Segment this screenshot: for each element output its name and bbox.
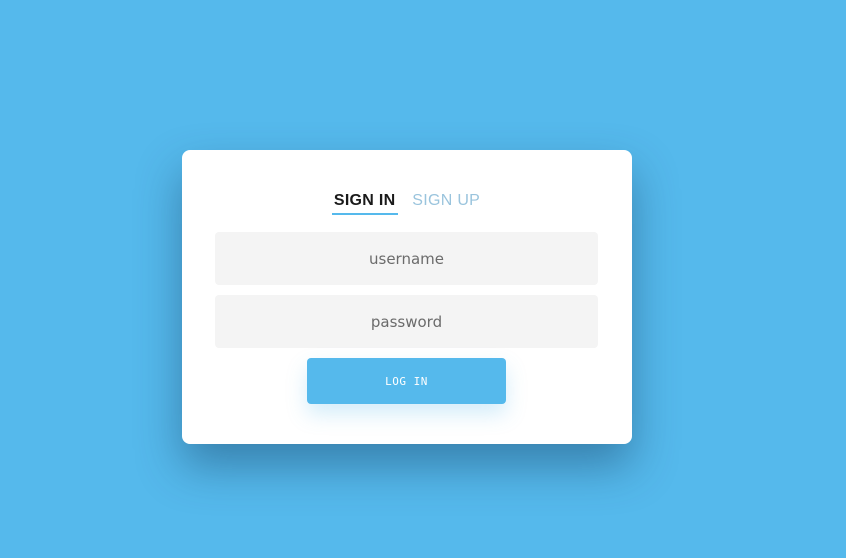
tab-sign-in[interactable]: SIGN IN [331,192,398,215]
password-input[interactable] [215,295,598,348]
username-input[interactable] [215,232,598,285]
auth-tabs: SIGN IN SIGN UP [182,192,632,215]
login-page: SIGN IN SIGN UP LOG IN [0,0,846,558]
tab-sign-up[interactable]: SIGN UP [410,192,482,215]
login-card: SIGN IN SIGN UP LOG IN [182,150,632,444]
login-button[interactable]: LOG IN [307,358,506,404]
